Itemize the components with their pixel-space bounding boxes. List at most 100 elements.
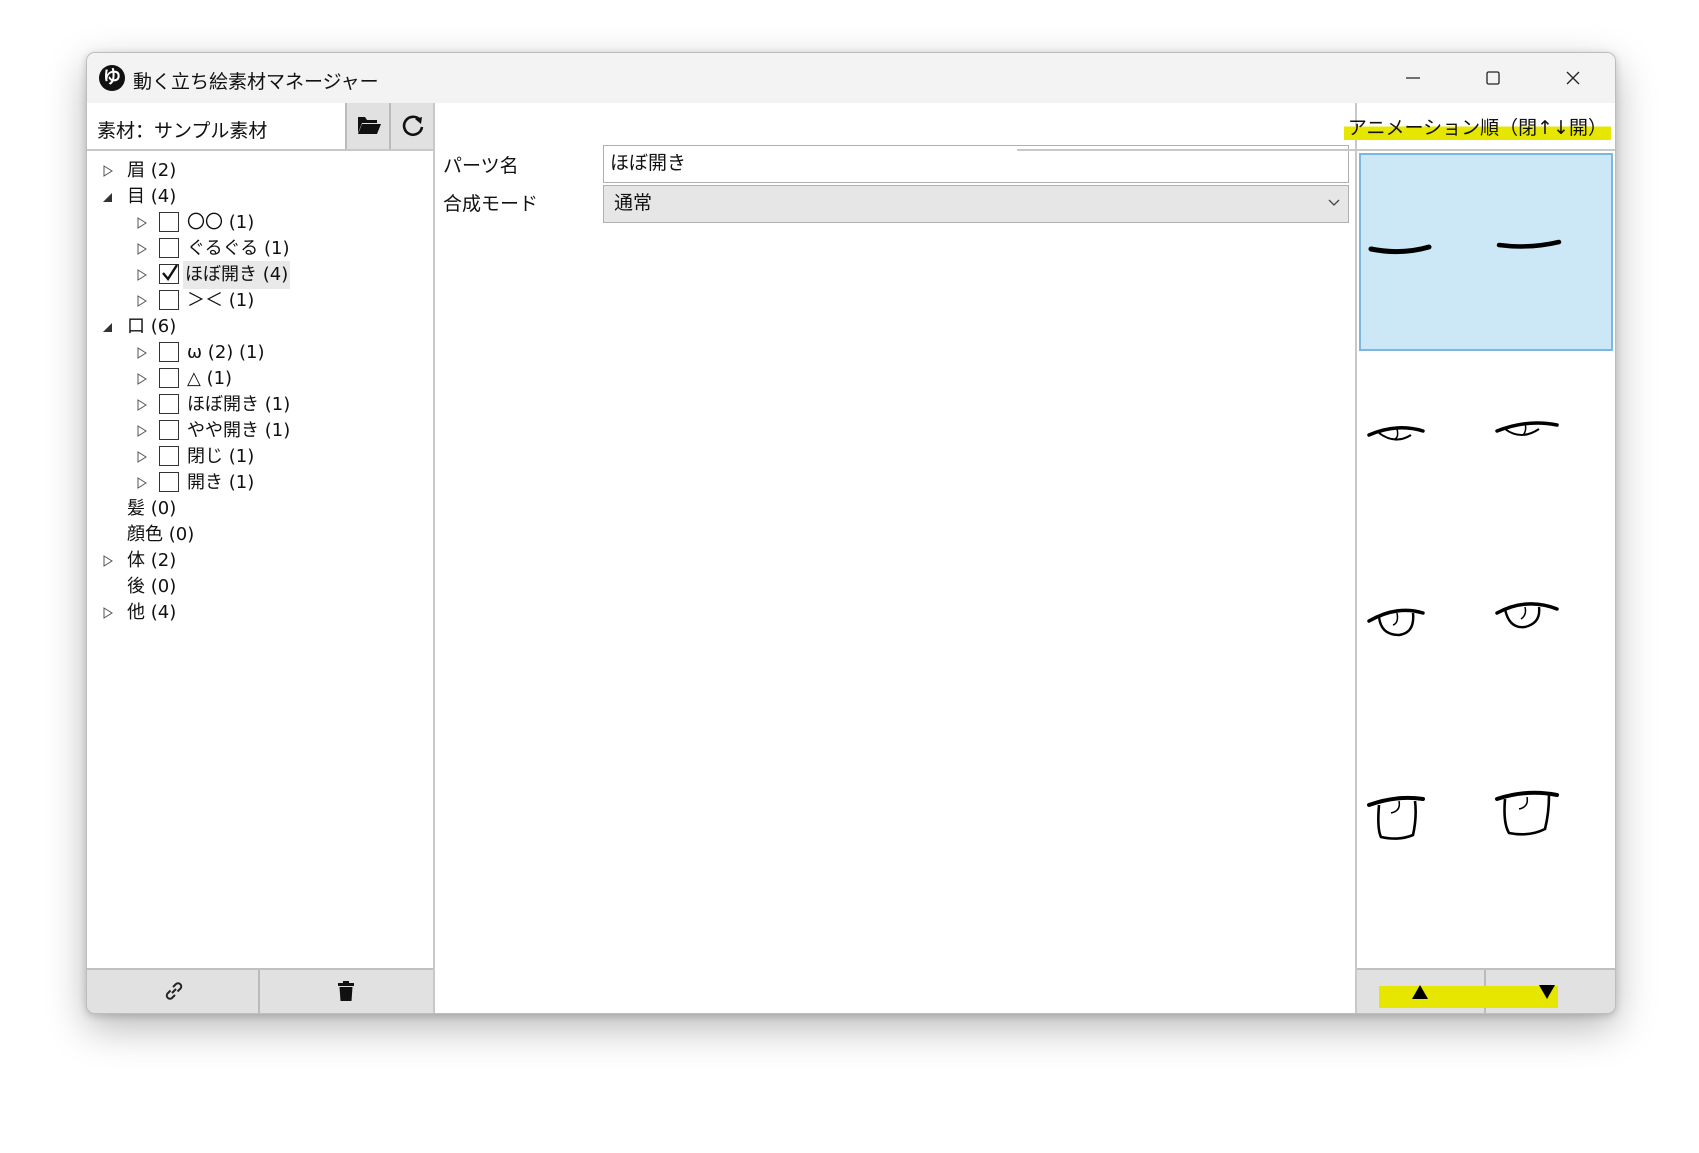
tree-item-label: 他 (4): [127, 602, 177, 623]
expand-arrow-icon[interactable]: [137, 417, 151, 445]
maximize-icon: [1486, 71, 1500, 85]
open-folder-button[interactable]: [345, 103, 389, 149]
expand-arrow-icon[interactable]: [137, 469, 151, 497]
tree-item-label: 後 (0): [127, 576, 177, 597]
expand-arrow-icon[interactable]: [137, 365, 151, 393]
checkbox[interactable]: [159, 472, 179, 492]
checkbox[interactable]: [159, 342, 179, 362]
tree-item-body[interactable]: 体 (2): [87, 547, 433, 575]
tree-item-eyebrows[interactable]: 眉 (2): [87, 157, 433, 185]
animation-order-title: アニメーション順（閉↑↓開）: [1343, 113, 1611, 140]
tree-item-mouth-closed[interactable]: 閉じ (1): [87, 443, 433, 471]
expand-arrow-icon[interactable]: [137, 261, 151, 289]
tree-item-label: 顔色 (0): [127, 524, 195, 545]
material-label: 素材：サンプル素材: [97, 120, 268, 142]
tree-item-eyes-squint[interactable]: ＞＜ (1): [87, 287, 433, 315]
checkbox[interactable]: [159, 212, 179, 232]
collapse-arrow-icon[interactable]: [101, 313, 115, 341]
move-up-button[interactable]: [1357, 970, 1486, 1013]
expand-arrow-icon[interactable]: [103, 547, 117, 575]
move-down-button[interactable]: [1486, 970, 1615, 1013]
tree-item-hair[interactable]: 髪 (0): [87, 495, 433, 523]
tree-item-eyes-guruguru[interactable]: ぐるぐる (1): [87, 235, 433, 263]
collapse-arrow-icon[interactable]: [101, 183, 115, 211]
tree-item-mouth-open[interactable]: 開き (1): [87, 469, 433, 497]
tree-item-mouth-slightly-open[interactable]: やや開き (1): [87, 417, 433, 445]
checkbox[interactable]: [159, 368, 179, 388]
expand-arrow-icon[interactable]: [137, 391, 151, 419]
link-button[interactable]: [87, 970, 260, 1013]
triangle-up-icon: [1412, 985, 1428, 999]
expand-arrow-icon[interactable]: [137, 339, 151, 367]
trash-icon: [338, 981, 354, 1001]
tree-item-mouth[interactable]: 口 (6): [87, 313, 433, 341]
frame-half-open-eyes[interactable]: [1359, 553, 1613, 751]
tree-item-eyes[interactable]: 目 (4): [87, 183, 433, 211]
frame-open-eyes[interactable]: [1359, 753, 1613, 951]
half-open-eyes-image: [1367, 602, 1559, 637]
tree-item-label: △ (1): [187, 368, 233, 389]
checkbox[interactable]: [159, 420, 179, 440]
tree-item-label: ほぼ開き (4): [183, 261, 291, 289]
tree-item-label: 口 (6): [127, 316, 177, 337]
minimize-icon: [1406, 77, 1420, 79]
folder-open-icon: [358, 117, 381, 134]
refresh-button[interactable]: [389, 103, 433, 149]
refresh-icon: [402, 115, 424, 137]
checkbox[interactable]: [159, 394, 179, 414]
expand-arrow-icon[interactable]: [137, 443, 151, 471]
maximize-button[interactable]: [1453, 53, 1533, 103]
tree-item-eyes-mostly-open[interactable]: ほぼ開き (4): [87, 261, 433, 289]
title-bar[interactable]: ゆ 動く立ち絵素材マネージャー: [87, 53, 1615, 103]
expand-arrow-icon[interactable]: [137, 209, 151, 237]
tree-item-label: 開き (1): [187, 472, 255, 493]
close-button[interactable]: [1533, 53, 1613, 103]
minimize-button[interactable]: [1373, 53, 1453, 103]
animation-order-header: アニメーション順（閉↑↓開）: [1017, 103, 1615, 151]
checkbox[interactable]: [159, 290, 179, 310]
closed-eyes-image: [1368, 239, 1562, 255]
tree-item-label: 閉じ (1): [187, 446, 255, 467]
tree-item-mouth-mostly-open[interactable]: ほぼ開き (1): [87, 391, 433, 419]
tree-item-mouth-triangle[interactable]: △ (1): [87, 365, 433, 393]
tree-item-label: 〇〇 (1): [187, 212, 255, 233]
tree-item-label: 眉 (2): [127, 160, 177, 181]
expand-arrow-icon[interactable]: [103, 599, 117, 627]
tree-item-back[interactable]: 後 (0): [87, 573, 433, 601]
app-window: ゆ 動く立ち絵素材マネージャー 素材：サンプル素材 眉 (2) 目 (4) 〇〇…: [86, 52, 1616, 1014]
expand-arrow-icon[interactable]: [103, 157, 117, 185]
expand-arrow-icon[interactable]: [137, 235, 151, 263]
app-logo-icon: ゆ: [99, 65, 125, 91]
tree-item-label: 髪 (0): [127, 498, 177, 519]
open-eyes-image: [1367, 790, 1559, 840]
tree-item-eyes-circle[interactable]: 〇〇 (1): [87, 209, 433, 237]
tree-item-label: 目 (4): [127, 186, 177, 207]
checkbox-checked[interactable]: [159, 264, 179, 284]
part-properties-panel: パーツ名 ほぼ開き 合成モード 通常: [435, 103, 1355, 1013]
tree-item-label: ω (2) (1): [187, 342, 265, 363]
slightly-open-eyes-image: [1367, 421, 1559, 441]
window-title: 動く立ち絵素材マネージャー: [133, 71, 379, 93]
highlight: [1379, 986, 1486, 1008]
expand-arrow-icon[interactable]: [137, 287, 151, 315]
link-icon: [165, 982, 183, 1000]
tree-item-mouth-omega[interactable]: ω (2) (1): [87, 339, 433, 367]
tree-item-complexion[interactable]: 顔色 (0): [87, 521, 433, 549]
tree-item-label: やや開き (1): [187, 420, 291, 441]
frame-closed-eyes[interactable]: [1359, 153, 1613, 351]
part-name-label: パーツ名: [443, 155, 519, 177]
tree-item-label: ぐるぐる (1): [187, 238, 290, 259]
triangle-down-icon: [1539, 985, 1555, 999]
frame-list: [1357, 151, 1615, 968]
checkbox[interactable]: [159, 238, 179, 258]
tree-item-other[interactable]: 他 (4): [87, 599, 433, 627]
frame-slightly-open-eyes[interactable]: [1359, 353, 1613, 551]
blend-mode-value: 通常: [614, 192, 653, 214]
tree-footer: [87, 968, 433, 1013]
tree-item-label: ほぼ開き (1): [187, 394, 291, 415]
blend-mode-select[interactable]: 通常: [603, 185, 1349, 223]
checkbox[interactable]: [159, 446, 179, 466]
delete-button[interactable]: [260, 970, 433, 1013]
material-header: 素材：サンプル素材: [87, 103, 435, 151]
close-icon: [1566, 71, 1580, 85]
